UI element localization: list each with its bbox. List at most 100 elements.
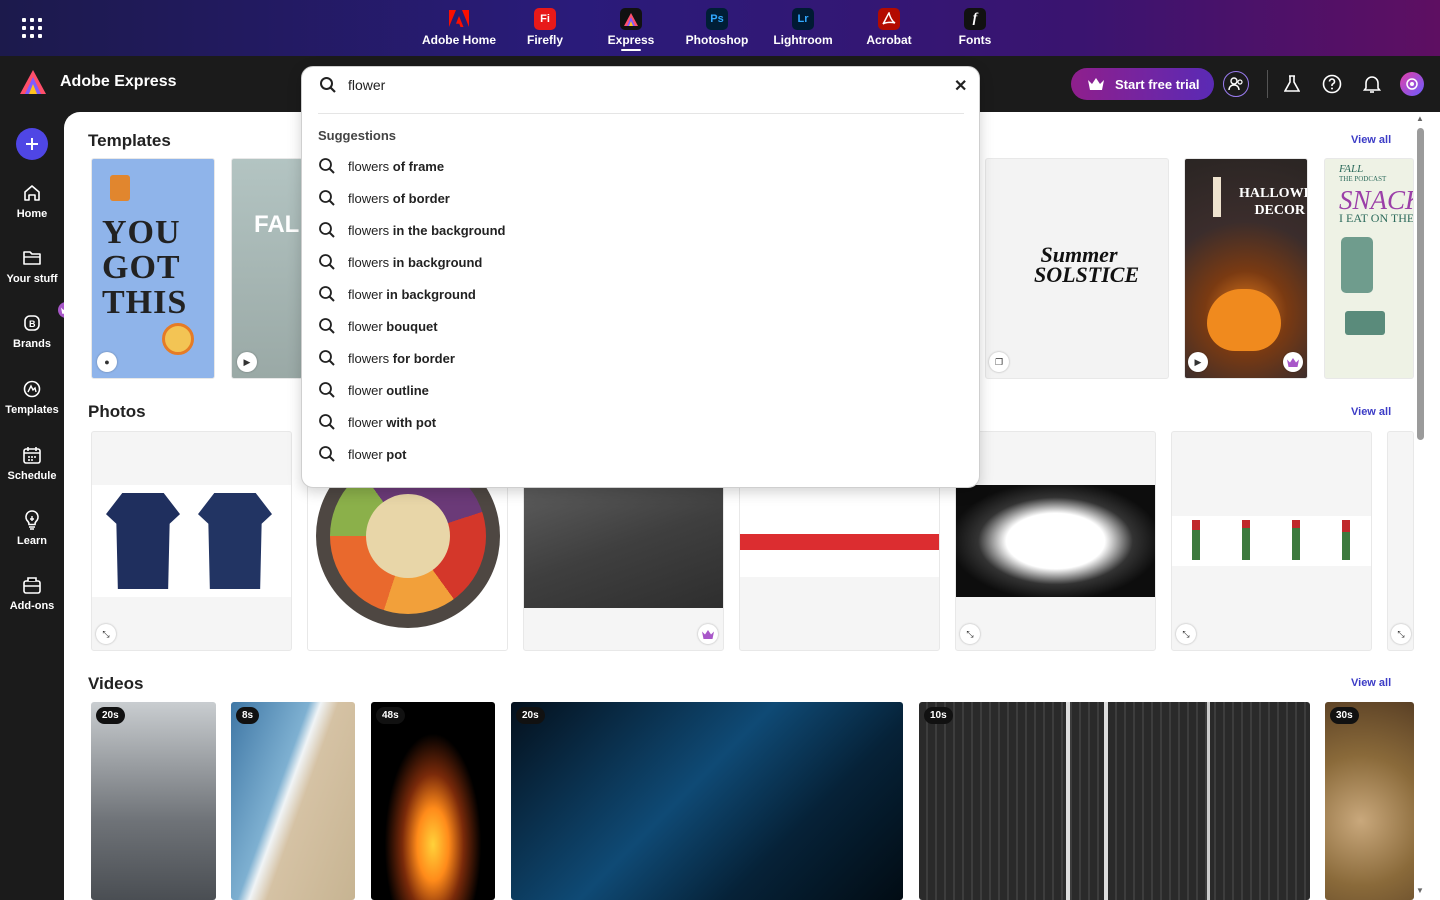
help-icon[interactable] bbox=[1320, 72, 1344, 96]
scroll-down-arrow[interactable]: ▼ bbox=[1416, 886, 1424, 895]
app-adobe-home[interactable]: Adobe Home bbox=[416, 0, 502, 56]
video-line bbox=[1104, 702, 1108, 900]
fonts-badge: f bbox=[972, 11, 978, 26]
adobe-logo-icon bbox=[448, 8, 470, 30]
photo-card[interactable]: ⤡ bbox=[955, 431, 1156, 651]
view-all-templates-link[interactable]: View all bbox=[1351, 134, 1391, 146]
search-icon bbox=[319, 446, 335, 462]
app-photoshop[interactable]: Ps Photoshop bbox=[674, 0, 760, 56]
avatar[interactable] bbox=[1400, 72, 1424, 96]
flower-illustration bbox=[1192, 520, 1200, 560]
template-text: FALL bbox=[1339, 163, 1364, 175]
nav-learn[interactable]: Learn bbox=[0, 509, 64, 547]
video-card[interactable]: 20s bbox=[511, 702, 903, 900]
create-new-button[interactable] bbox=[16, 128, 48, 160]
video-card[interactable]: 8s bbox=[231, 702, 355, 900]
suggestion-query: flowers bbox=[348, 350, 390, 366]
template-text: Summer SOLSTICE bbox=[1034, 242, 1140, 287]
app-grid-icon[interactable] bbox=[22, 18, 42, 38]
suggestion-item[interactable]: flowers in the background bbox=[318, 214, 958, 246]
app-label: Photoshop bbox=[685, 33, 749, 47]
scrollbar-thumb[interactable] bbox=[1417, 128, 1424, 440]
suggestion-query: flower bbox=[348, 414, 383, 430]
transparent-bg-icon: ⤡ bbox=[96, 624, 116, 644]
flask-icon[interactable] bbox=[1280, 72, 1304, 96]
photo-card[interactable]: ⤡ bbox=[1171, 431, 1372, 651]
suggestion-completion: with pot bbox=[382, 414, 437, 430]
pumpkin-illustration bbox=[1207, 289, 1281, 351]
template-text: HALLOWEEN DECOR bbox=[1239, 186, 1307, 218]
template-card[interactable]: YOU GOT THIS ● bbox=[91, 158, 215, 379]
video-card[interactable]: 48s bbox=[371, 702, 495, 900]
view-all-photos-link[interactable]: View all bbox=[1351, 406, 1391, 418]
suggestion-item[interactable]: flower outline bbox=[318, 374, 958, 406]
app-lightroom[interactable]: Lr Lightroom bbox=[760, 0, 846, 56]
folder-icon bbox=[21, 247, 43, 269]
suggestion-item[interactable]: flowers for border bbox=[318, 342, 958, 374]
jar-illustration bbox=[1341, 237, 1373, 293]
start-free-trial-button[interactable]: Start free trial bbox=[1071, 68, 1214, 100]
video-card[interactable]: 20s bbox=[91, 702, 216, 900]
suggestion-item[interactable]: flower bouquet bbox=[318, 310, 958, 342]
app-firefly[interactable]: Fi Firefly bbox=[502, 0, 588, 56]
nav-brands[interactable]: B Brands bbox=[0, 302, 74, 350]
suggestion-completion: pot bbox=[382, 446, 407, 462]
acrobat-icon bbox=[878, 8, 900, 30]
suggestion-item[interactable]: flowers of border bbox=[318, 182, 958, 214]
suggestion-completion: in background bbox=[382, 286, 476, 302]
invite-people-icon[interactable] bbox=[1223, 71, 1249, 97]
clear-search-icon[interactable]: ✕ bbox=[954, 76, 967, 96]
app-label: Fonts bbox=[958, 33, 992, 47]
trial-label: Start free trial bbox=[1115, 76, 1200, 92]
scroll-up-arrow[interactable]: ▲ bbox=[1416, 114, 1424, 123]
search-icon bbox=[319, 286, 335, 302]
photo-card[interactable]: ⤡ bbox=[91, 431, 292, 651]
template-line: GOT bbox=[102, 249, 181, 286]
vertical-scrollbar[interactable]: ▲ ▼ bbox=[1414, 114, 1428, 900]
app-fonts[interactable]: f Fonts bbox=[932, 0, 1018, 56]
suggestion-item[interactable]: flower in background bbox=[318, 278, 958, 310]
suggestions-heading: Suggestions bbox=[318, 128, 397, 143]
lightroom-badge: Lr bbox=[797, 13, 809, 25]
suggestion-completion: bouquet bbox=[382, 318, 438, 334]
bell-icon[interactable] bbox=[1360, 72, 1384, 96]
search-dropdown: flower ✕ Suggestions flowers of frame fl… bbox=[301, 66, 980, 488]
nav-templates[interactable]: Templates bbox=[0, 378, 64, 416]
flower-illustration bbox=[1242, 520, 1250, 560]
duration-badge: 30s bbox=[1330, 707, 1359, 724]
suggestion-completion: for border bbox=[389, 350, 455, 366]
suggestion-item[interactable]: flowers in background bbox=[318, 246, 958, 278]
animated-icon: ● bbox=[97, 352, 117, 372]
template-card[interactable]: FAL ▶ bbox=[231, 158, 303, 379]
tshirt-front bbox=[106, 493, 180, 589]
nav-add-ons[interactable]: Add-ons bbox=[0, 574, 64, 612]
search-icon bbox=[319, 318, 335, 334]
nav-your-stuff[interactable]: Your stuff bbox=[0, 247, 64, 285]
section-title-photos: Photos bbox=[88, 402, 146, 421]
app-express[interactable]: Express bbox=[588, 0, 674, 56]
video-card[interactable]: 30s bbox=[1325, 702, 1414, 900]
search-input[interactable]: flower bbox=[348, 77, 385, 93]
brand[interactable]: Adobe Express bbox=[20, 70, 176, 94]
header-divider bbox=[1267, 70, 1268, 98]
video-card[interactable]: 10s bbox=[919, 702, 1310, 900]
template-card[interactable]: Summer SOLSTICE ❐ bbox=[985, 158, 1169, 379]
template-text: I EAT ON THE R bbox=[1339, 211, 1414, 225]
view-all-videos-link[interactable]: View all bbox=[1351, 677, 1391, 689]
nav-schedule[interactable]: Schedule bbox=[0, 444, 64, 482]
suggestion-query: flower bbox=[348, 382, 383, 398]
template-card[interactable]: FALL THE PODCAST SNACK I EAT ON THE R bbox=[1324, 158, 1414, 379]
photo-image bbox=[740, 487, 939, 577]
app-acrobat[interactable]: Acrobat bbox=[846, 0, 932, 56]
suggestion-item[interactable]: flower with pot bbox=[318, 406, 958, 438]
app-label: Express bbox=[607, 33, 655, 47]
suggestion-item[interactable]: flowers of frame bbox=[318, 150, 958, 182]
nav-home[interactable]: Home bbox=[0, 182, 64, 220]
nav-label: Schedule bbox=[7, 470, 57, 482]
duration-badge: 8s bbox=[236, 707, 260, 724]
photo-card[interactable]: ⤡ bbox=[1387, 431, 1414, 651]
suggestion-item[interactable]: flower pot bbox=[318, 438, 958, 470]
template-card[interactable]: HALLOWEEN DECOR ▶ bbox=[1184, 158, 1308, 379]
multipage-icon: ❐ bbox=[989, 352, 1009, 372]
nav-label: Your stuff bbox=[6, 273, 58, 285]
